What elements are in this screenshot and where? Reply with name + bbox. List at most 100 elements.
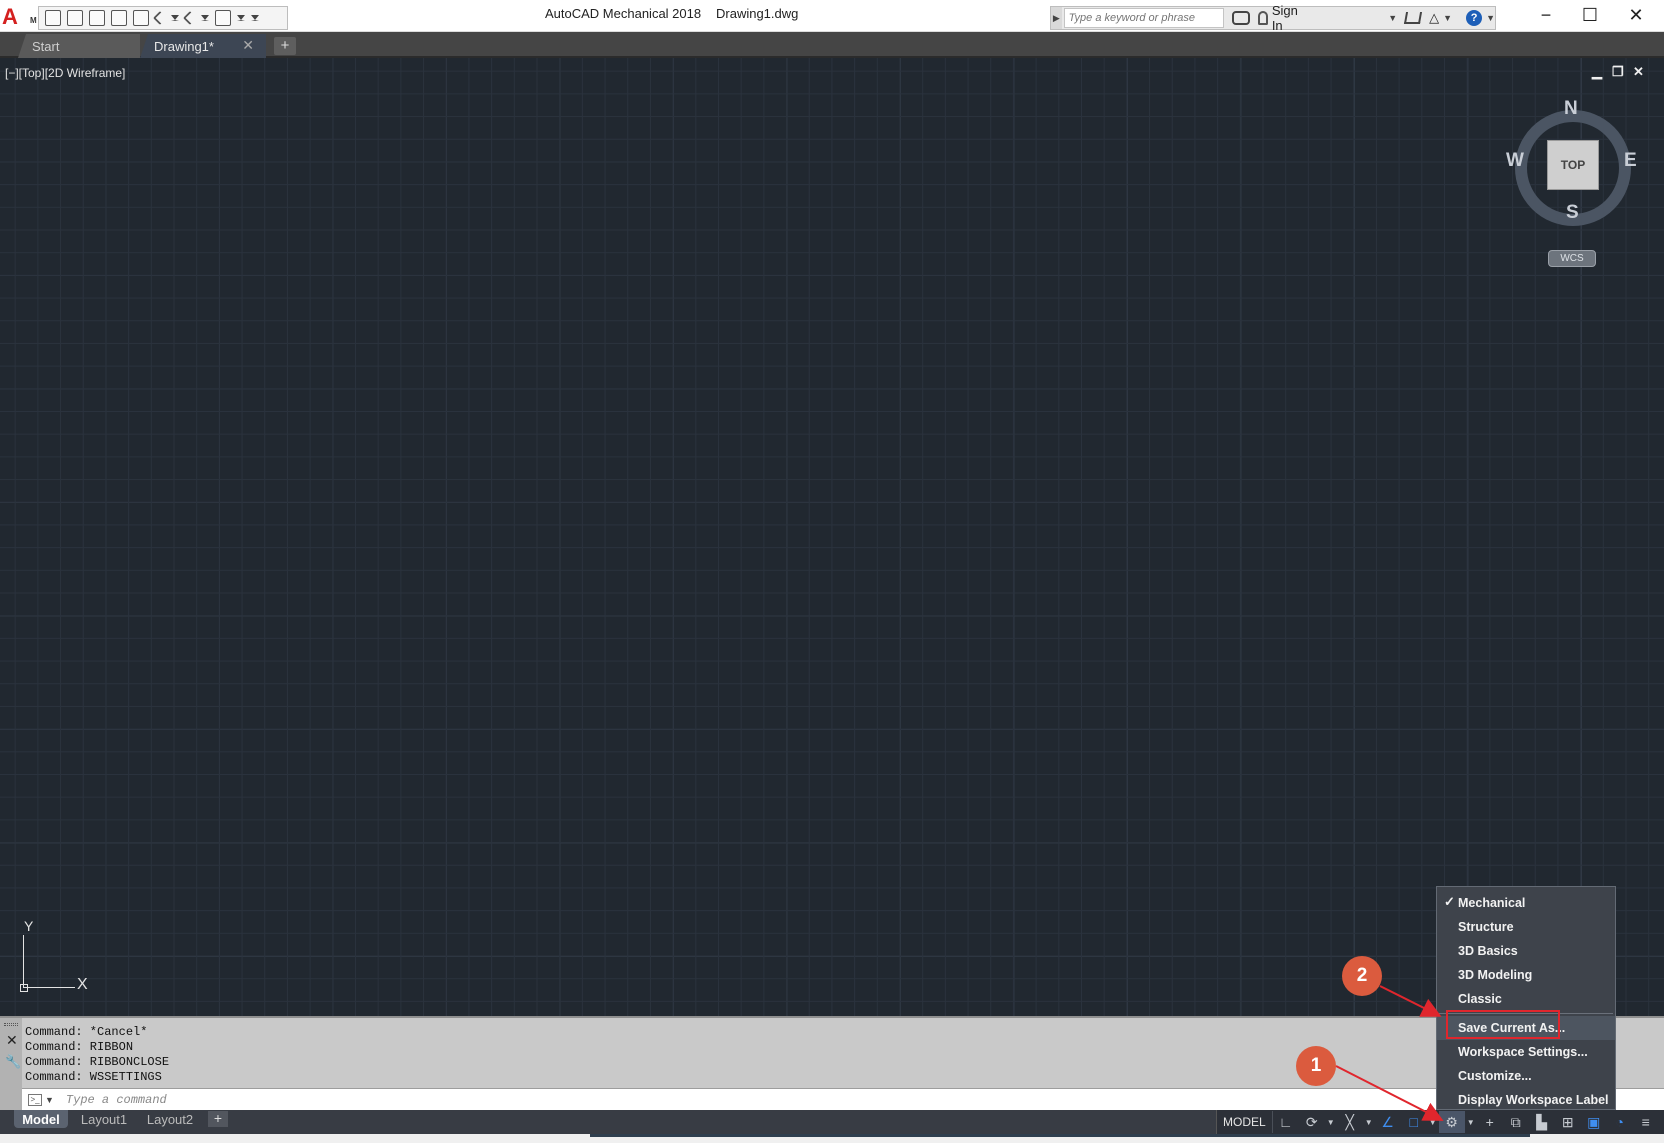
drag-handle-icon[interactable]	[4, 1023, 18, 1026]
wcs-menu-button[interactable]: WCS	[1548, 250, 1596, 267]
maximize-button[interactable]: ☐	[1568, 4, 1612, 26]
menu-item-label: Structure	[1458, 920, 1514, 934]
workspace-switching-gear-icon[interactable]: ⚙	[1438, 1111, 1465, 1133]
display-workspace-label-item[interactable]: Display Workspace Label	[1437, 1088, 1615, 1112]
workspace-item-structure[interactable]: Structure	[1437, 915, 1615, 939]
title-bar: A M AutoCAD Mechanical 2018 Drawing1.dwg…	[0, 0, 1664, 33]
save-as-icon[interactable]	[111, 10, 127, 26]
ucs-x-axis	[23, 987, 75, 988]
viewport-restore-icon[interactable]: ❐	[1612, 64, 1624, 80]
tab-model[interactable]: Model	[14, 1110, 68, 1128]
share-dropdown-icon[interactable]	[237, 15, 245, 21]
tab-layout1[interactable]: Layout1	[74, 1110, 134, 1128]
chevron-down-icon[interactable]: ▼	[1465, 1111, 1477, 1133]
chevron-down-icon: ▼	[1486, 13, 1495, 23]
customize-item[interactable]: Customize...	[1437, 1064, 1615, 1088]
compass-north[interactable]: N	[1564, 98, 1578, 120]
drawing-canvas[interactable]: [−][Top][2D Wireframe] ▁ ❐ ✕ TOP N S E W…	[0, 58, 1664, 1016]
menu-item-label: Display Workspace Label	[1458, 1093, 1609, 1107]
chevron-down-icon[interactable]: ▼	[1427, 1111, 1439, 1133]
wrench-icon[interactable]: 🔧	[5, 1054, 21, 1070]
quick-properties-icon[interactable]: ▙	[1529, 1111, 1555, 1133]
viewport-minimize-icon[interactable]: ▁	[1592, 64, 1602, 80]
chevron-down-icon[interactable]: ▼	[45, 1095, 54, 1105]
checkmark-icon: ✓	[1444, 894, 1455, 909]
new-tab-button[interactable]: +	[274, 37, 296, 55]
expand-search-icon[interactable]: ▶	[1051, 7, 1062, 29]
close-icon[interactable]: ✕	[242, 37, 254, 54]
menu-item-label: 3D Modeling	[1458, 968, 1533, 982]
object-snap-tracking-icon[interactable]: ∠	[1375, 1111, 1401, 1133]
tab-drawing1[interactable]: Drawing1* ✕	[140, 34, 266, 58]
share-icon[interactable]	[215, 10, 231, 26]
redo-dropdown-icon[interactable]	[201, 15, 209, 21]
search-input[interactable]	[1063, 8, 1225, 28]
close-window-button[interactable]: ✕	[1614, 4, 1658, 26]
tab-label: Start	[32, 38, 60, 54]
autodesk-store-button[interactable]	[1404, 12, 1423, 24]
application-menu-button[interactable]: A M	[2, 4, 38, 30]
ucs-icon: Y X	[18, 918, 98, 1000]
sign-in-button[interactable]: Sign In ▼	[1258, 3, 1397, 33]
workspace-settings-item[interactable]: Workspace Settings...	[1437, 1040, 1615, 1064]
compass-west[interactable]: W	[1506, 150, 1524, 172]
new-file-icon[interactable]	[45, 10, 61, 26]
menu-item-label: Classic	[1458, 992, 1502, 1006]
menu-item-label: Workspace Settings...	[1458, 1045, 1588, 1059]
annotation-monitor-icon[interactable]: +	[1477, 1111, 1503, 1133]
menu-item-label: Customize...	[1458, 1069, 1532, 1083]
isodraft-icon[interactable]: ╳	[1337, 1111, 1363, 1133]
command-prompt-icon[interactable]: >_	[28, 1093, 42, 1106]
search-button[interactable]	[1232, 11, 1251, 25]
help-button[interactable]: ? ▼	[1466, 10, 1495, 26]
customization-menu-icon[interactable]: ≡	[1633, 1111, 1659, 1133]
plot-icon[interactable]	[133, 10, 149, 26]
isolate-objects-icon[interactable]: ▣	[1581, 1111, 1607, 1133]
units-icon[interactable]: ⧉	[1503, 1111, 1529, 1133]
command-input[interactable]: >_ ▼ Type a command	[22, 1088, 1664, 1110]
a360-button[interactable]: △ ▼	[1429, 10, 1452, 26]
undo-dropdown-icon[interactable]	[171, 15, 179, 21]
workspace-item-3d-basics[interactable]: 3D Basics	[1437, 939, 1615, 963]
add-layout-button[interactable]: +	[208, 1111, 228, 1127]
tab-layout2[interactable]: Layout2	[140, 1110, 200, 1128]
ucs-x-label: X	[77, 976, 88, 993]
history-line: Command: WSSETTINGS	[25, 1070, 162, 1084]
help-icon: ?	[1466, 10, 1483, 26]
undo-icon[interactable]	[152, 10, 168, 26]
hardware-acceleration-icon[interactable]: ◔	[1607, 1111, 1633, 1133]
workspace-item-mechanical[interactable]: ✓ Mechanical	[1437, 891, 1615, 915]
status-tray: MODEL ∟ ⟳ ▼ ╳ ▼ ∠ □ ▼ ⚙ ▼ + ⧉ ▙ ⊞ ▣ ◔ ≡	[1216, 1110, 1664, 1134]
workspace-menu: ✓ Mechanical Structure 3D Basics 3D Mode…	[1436, 886, 1616, 1110]
compass-south[interactable]: S	[1566, 202, 1579, 224]
save-icon[interactable]	[89, 10, 105, 26]
history-line: Command: RIBBONCLOSE	[25, 1055, 170, 1069]
step-1-badge: 1	[1296, 1046, 1336, 1086]
workspace-item-3d-modeling[interactable]: 3D Modeling	[1437, 963, 1615, 987]
binoculars-icon	[1232, 11, 1251, 25]
viewport-close-icon[interactable]: ✕	[1633, 64, 1644, 80]
compass-east[interactable]: E	[1624, 150, 1637, 172]
polar-tracking-icon[interactable]: ⟳	[1299, 1111, 1325, 1133]
model-space-button[interactable]: MODEL	[1217, 1111, 1273, 1133]
command-placeholder: Type a command	[65, 1092, 167, 1107]
highlight-box	[1446, 1010, 1560, 1039]
lock-ui-icon[interactable]: ⊞	[1555, 1111, 1581, 1133]
close-icon[interactable]: ✕	[6, 1032, 18, 1049]
redo-icon[interactable]	[182, 10, 198, 26]
open-file-icon[interactable]	[67, 10, 83, 26]
tab-start[interactable]: Start	[18, 34, 140, 58]
viewcube-top-face[interactable]: TOP	[1547, 140, 1599, 190]
chevron-down-icon[interactable]: ▼	[1325, 1111, 1337, 1133]
workspace-item-classic[interactable]: Classic	[1437, 987, 1615, 1011]
viewcube[interactable]: TOP N S E W	[1506, 98, 1637, 228]
minimize-button[interactable]: −	[1524, 4, 1568, 26]
customize-qat-icon[interactable]	[251, 15, 259, 21]
ortho-icon[interactable]: ∟	[1273, 1111, 1299, 1133]
chevron-down-icon[interactable]: ▼	[1363, 1111, 1375, 1133]
viewport-controls-label[interactable]: [−][Top][2D Wireframe]	[5, 66, 125, 80]
step-2-badge: 2	[1342, 956, 1382, 996]
chevron-down-icon: ▼	[1443, 13, 1453, 23]
object-snap-icon[interactable]: □	[1401, 1111, 1427, 1133]
command-window-sidebar: ✕ 🔧	[0, 1018, 22, 1110]
